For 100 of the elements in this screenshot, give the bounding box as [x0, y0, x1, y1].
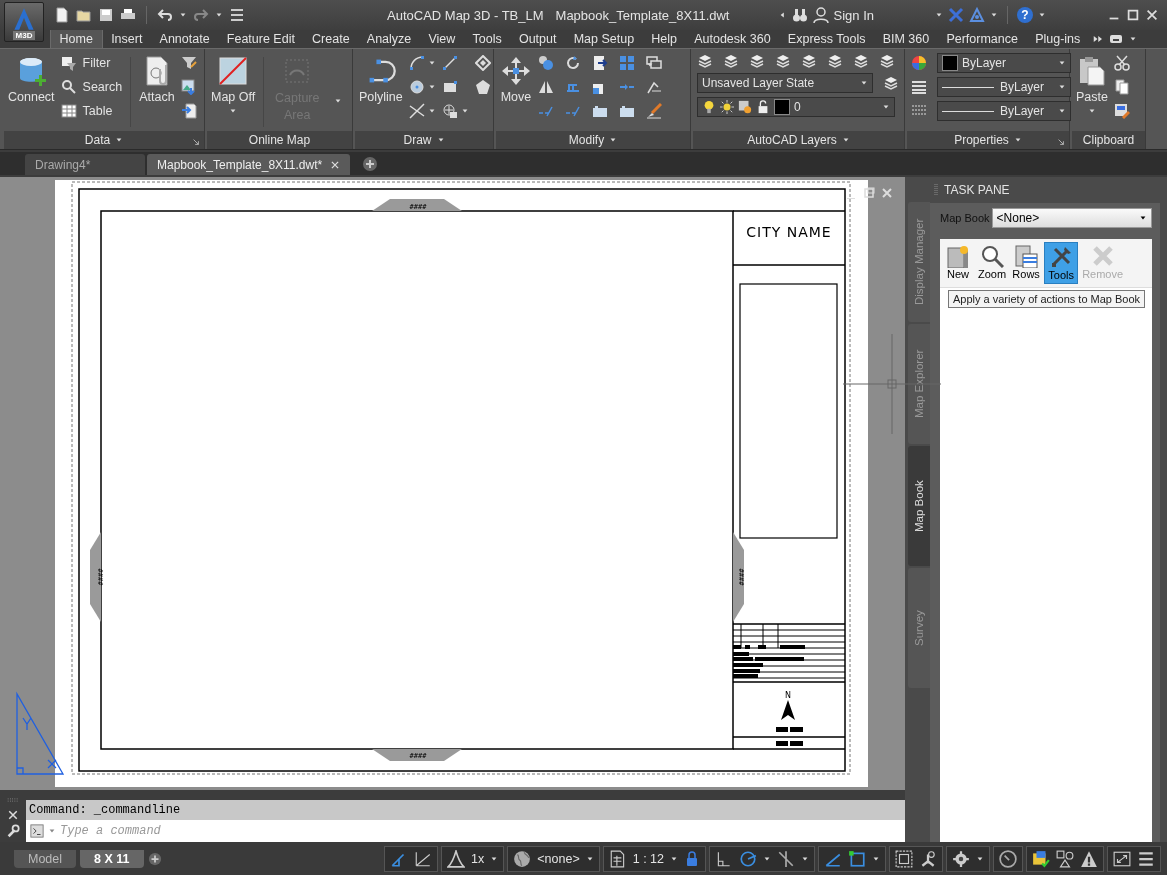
triangle-icon[interactable]: [969, 7, 985, 23]
rectangle-icon[interactable]: [441, 79, 458, 95]
menu-icon[interactable]: [229, 7, 245, 23]
ribbon-tab[interactable]: Create: [303, 30, 359, 48]
table-button[interactable]: Table: [60, 103, 123, 119]
binoculars-icon[interactable]: [791, 7, 808, 23]
pentagon-icon[interactable]: [474, 79, 491, 95]
redo-icon[interactable]: [193, 7, 209, 23]
layers-icon[interactable]: [883, 75, 899, 91]
rotate-icon[interactable]: [565, 55, 581, 71]
command-prompt-icon[interactable]: [30, 824, 44, 838]
hatch-icon[interactable]: [441, 103, 458, 119]
ribbon-tab[interactable]: Tools: [463, 30, 511, 48]
map-book-dropdown[interactable]: <None>: [991, 208, 1152, 228]
padlock-icon[interactable]: [684, 850, 700, 867]
ribbon-tab[interactable]: Output: [510, 30, 566, 48]
warning-icon[interactable]: [1080, 849, 1098, 868]
layout-tab[interactable]: 8 X 11: [80, 849, 144, 868]
maximize-icon[interactable]: [1126, 8, 1140, 22]
new-layout-icon[interactable]: [147, 851, 162, 866]
map-off-button[interactable]: Map Off: [211, 53, 256, 115]
ribbon-tab[interactable]: Insert: [102, 30, 151, 48]
toolbar-button[interactable]: Tools: [1044, 242, 1079, 284]
annotation-visibility-icon[interactable]: [447, 849, 466, 868]
match-properties-icon[interactable]: [1114, 103, 1130, 119]
new-tab-icon[interactable]: [362, 156, 379, 172]
dialog-launcher-icon[interactable]: [1057, 138, 1065, 146]
object-snap-icon[interactable]: [777, 849, 795, 868]
gauge-icon[interactable]: [999, 849, 1017, 868]
connect-button[interactable]: Connect: [8, 53, 55, 104]
settings-icon[interactable]: [952, 849, 970, 868]
paste-button[interactable]: Paste: [1076, 53, 1108, 115]
crossing-lines-icon[interactable]: [408, 103, 425, 119]
layer-state-dropdown[interactable]: Unsaved Layer State: [697, 73, 873, 93]
selection-icon[interactable]: [848, 849, 866, 868]
side-tab[interactable]: Map Book: [908, 446, 930, 566]
shapes-icon[interactable]: [1056, 849, 1074, 868]
ribbon-tab[interactable]: Express Tools: [779, 30, 875, 48]
scissors-icon[interactable]: [1114, 55, 1130, 71]
application-menu-button[interactable]: M3D: [4, 2, 44, 42]
wrench-icon[interactable]: [6, 824, 20, 839]
search-button[interactable]: Search: [60, 79, 123, 95]
linetype-dropdown[interactable]: ByLayer: [937, 101, 1071, 121]
restore-icon[interactable]: [863, 187, 875, 199]
toolbar-button[interactable]: Zoom: [976, 242, 1009, 284]
layers-icon[interactable]: [697, 53, 713, 69]
document-tab[interactable]: Drawing4*: [25, 154, 145, 175]
layout-tab[interactable]: Model: [14, 849, 77, 868]
ribbon-tab[interactable]: Home: [50, 29, 103, 48]
region-icon[interactable]: [474, 55, 491, 71]
menu-icon[interactable]: [1137, 849, 1155, 868]
anchor-icon[interactable]: [919, 849, 937, 868]
document-arrow-icon[interactable]: [592, 55, 608, 71]
layout-grid-icon[interactable]: [608, 849, 627, 868]
ribbon-tab[interactable]: Feature Edit: [218, 30, 304, 48]
ribbon-tab[interactable]: BIM 360: [874, 30, 938, 48]
image-icon[interactable]: [180, 79, 197, 95]
circles-icon[interactable]: [538, 55, 554, 71]
left-arrow-icon[interactable]: [778, 11, 787, 19]
ribbon-tab[interactable]: Help: [642, 30, 686, 48]
funnel-icon[interactable]: [180, 55, 197, 71]
map-check-icon[interactable]: [1032, 849, 1050, 868]
close-icon[interactable]: [7, 809, 19, 821]
save-icon[interactable]: [98, 7, 114, 23]
layers-icon[interactable]: [879, 53, 895, 69]
circle-icon[interactable]: [408, 79, 425, 95]
panel-title[interactable]: Data: [84, 133, 111, 147]
polar-tracking-icon[interactable]: [739, 849, 757, 868]
block-icon[interactable]: [619, 103, 635, 119]
panel-title[interactable]: Draw: [403, 133, 432, 147]
dialog-launcher-icon[interactable]: [192, 138, 200, 146]
ribbon-tab[interactable]: Annotate: [151, 30, 219, 48]
ribbon-tab[interactable]: Plug-ins: [1026, 30, 1089, 48]
viewport-scale-value[interactable]: 1 : 12: [632, 851, 664, 866]
attach-button[interactable]: Attach: [139, 53, 175, 104]
layers-icon[interactable]: [853, 53, 869, 69]
mirror-icon[interactable]: [538, 79, 554, 95]
fillet-icon[interactable]: [646, 79, 662, 95]
help-button[interactable]: ?: [1017, 7, 1033, 23]
annotation-scale-value[interactable]: 1x: [471, 851, 485, 866]
ortho-icon[interactable]: [715, 849, 733, 868]
arc-icon[interactable]: [408, 55, 425, 71]
filter-button[interactable]: Filter: [60, 55, 123, 71]
toolbar-button[interactable]: New: [942, 242, 974, 284]
viewport-icon[interactable]: [895, 849, 913, 868]
color-dropdown[interactable]: ByLayer: [937, 53, 1071, 73]
layers-icon[interactable]: [775, 53, 791, 69]
move-button[interactable]: Move: [500, 53, 532, 104]
line-icon[interactable]: [441, 55, 458, 71]
panel-title[interactable]: Modify: [568, 133, 605, 147]
brush-icon[interactable]: [646, 103, 662, 119]
overlapping-rectangles-icon[interactable]: [646, 55, 662, 71]
toolbar-button[interactable]: Rows: [1010, 242, 1043, 284]
copy-icon[interactable]: [1114, 79, 1130, 95]
ribbon-tab[interactable]: Autodesk 360: [685, 30, 780, 48]
close-icon[interactable]: [330, 159, 341, 170]
globe-icon[interactable]: [513, 849, 532, 868]
layer-dropdown[interactable]: 0: [697, 97, 895, 117]
new-file-icon[interactable]: [54, 7, 70, 23]
ribbon-tab[interactable]: Analyze: [358, 30, 420, 48]
